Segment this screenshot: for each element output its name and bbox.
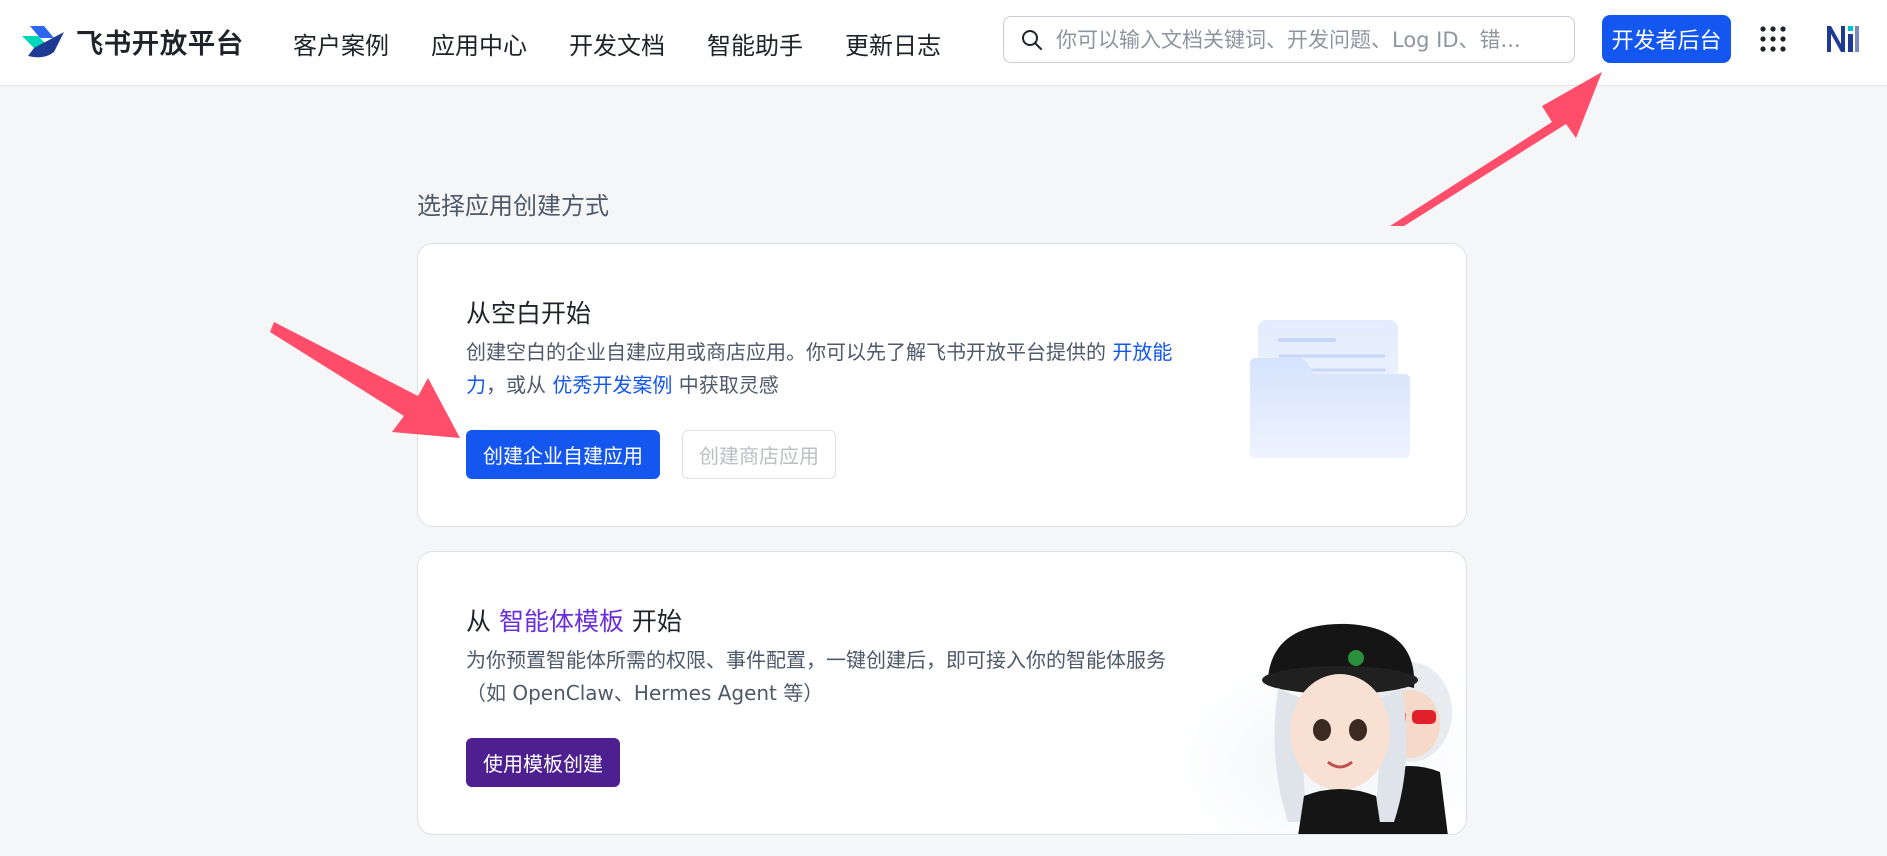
nav-item-docs[interactable]: 开发文档: [569, 26, 665, 61]
blank-start-card: 从空白开始 创建空白的企业自建应用或商店应用。你可以先了解飞书开放平台提供的 开…: [417, 243, 1467, 527]
nav-item-cases[interactable]: 客户案例: [293, 26, 389, 61]
desc-text: 中获取灵感: [672, 373, 779, 397]
user-avatar-icon[interactable]: [1823, 20, 1861, 58]
developer-console-button[interactable]: 开发者后台: [1602, 15, 1731, 63]
main-nav: 客户案例 应用中心 开发文档 智能助手 更新日志: [293, 0, 983, 86]
agent-characters-illustration-icon: [1118, 592, 1466, 834]
nav-item-changelog[interactable]: 更新日志: [845, 26, 941, 61]
title-text: 从: [466, 607, 499, 636]
blank-card-title: 从空白开始: [466, 299, 592, 328]
desc-text: ，或从: [486, 373, 553, 397]
create-custom-app-button[interactable]: 创建企业自建应用: [466, 430, 660, 479]
blank-card-description: 创建空白的企业自建应用或商店应用。你可以先了解飞书开放平台提供的 开放能力，或从…: [466, 336, 1186, 402]
section-title: 选择应用创建方式: [417, 192, 609, 220]
search-icon: [1022, 29, 1042, 50]
agent-template-highlight: 智能体模板: [498, 607, 624, 636]
create-from-template-button[interactable]: 使用模板创建: [466, 738, 620, 787]
search-box[interactable]: [1003, 16, 1575, 63]
folder-illustration-icon: [1250, 320, 1410, 458]
dev-cases-link[interactable]: 优秀开发案例: [552, 373, 672, 397]
title-text: 开始: [623, 607, 682, 636]
apps-grid-icon[interactable]: [1759, 25, 1787, 53]
template-card-title: 从 智能体模板 开始: [466, 602, 682, 638]
nav-item-app-center[interactable]: 应用中心: [431, 26, 527, 61]
top-header: 飞书开放平台 客户案例 应用中心 开发文档 智能助手 更新日志 开发者后台: [0, 0, 1887, 86]
search-input[interactable]: [1056, 27, 1556, 52]
create-store-app-button[interactable]: 创建商店应用: [682, 430, 836, 479]
nav-item-assistant[interactable]: 智能助手: [707, 26, 803, 61]
feishu-logo-icon: [22, 26, 64, 58]
template-start-card: 从 智能体模板 开始 为你预置智能体所需的权限、事件配置，一键创建后，即可接入你…: [417, 551, 1467, 835]
template-card-description: 为你预置智能体所需的权限、事件配置，一键创建后，即可接入你的智能体服务（如 Op…: [466, 648, 1166, 705]
desc-text: 创建空白的企业自建应用或商店应用。你可以先了解飞书开放平台提供的: [466, 340, 1113, 364]
logo[interactable]: 飞书开放平台: [20, 20, 244, 62]
logo-text: 飞书开放平台: [76, 28, 244, 60]
annotation-arrow-developer: [1390, 72, 1602, 226]
